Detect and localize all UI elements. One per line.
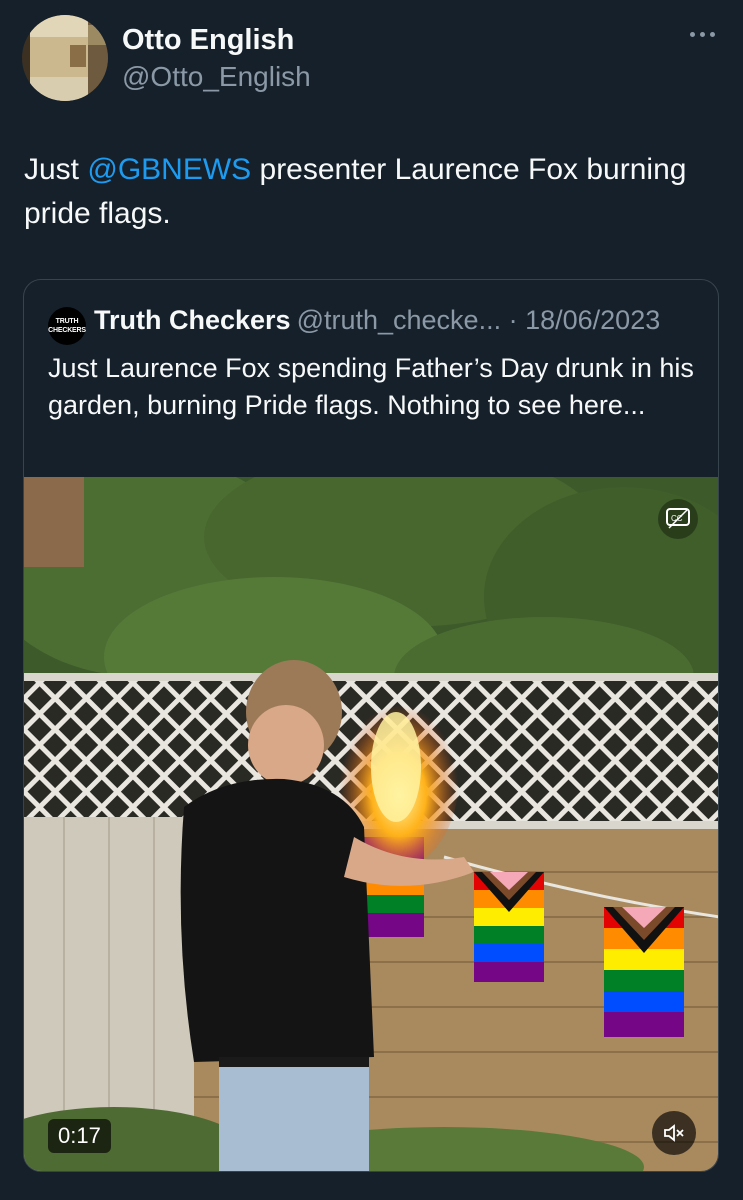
- tweet-text-prefix: Just: [24, 153, 88, 186]
- quoted-avatar-line1: TRUTH: [55, 318, 79, 325]
- quoted-author-handle[interactable]: @truth_checke...: [297, 305, 502, 335]
- quoted-tweet-text: Just Laurence Fox spending Father’s Day …: [48, 353, 694, 420]
- author-avatar[interactable]: [22, 15, 108, 101]
- video-player[interactable]: CC 0:17: [24, 477, 718, 1171]
- quoted-author-name[interactable]: Truth Checkers: [94, 305, 291, 335]
- quoted-tweet-header: Truth Checkers @truth_checke... · 18/06/2…: [94, 305, 660, 336]
- video-frame: [24, 477, 718, 1171]
- volume-muted-icon[interactable]: [652, 1111, 696, 1155]
- more-horizontal-icon[interactable]: [690, 32, 715, 37]
- mention-link[interactable]: @GBNEWS: [87, 153, 251, 186]
- author-handle[interactable]: @Otto_English: [122, 61, 311, 93]
- quoted-author-avatar[interactable]: TRUTH CHECKERS: [48, 307, 86, 345]
- quoted-avatar-line2: CHECKERS: [48, 327, 86, 334]
- quoted-tweet-card[interactable]: TRUTH CHECKERS Truth Checkers @truth_chec…: [23, 279, 719, 1172]
- tweet-page: Otto English @Otto_English Just @GBNEWS …: [0, 0, 743, 1200]
- quoted-date-separator: ·: [501, 305, 526, 335]
- tweet-text: Just @GBNEWS presenter Laurence Fox burn…: [24, 148, 729, 236]
- video-duration: 0:17: [48, 1119, 111, 1153]
- captions-icon[interactable]: CC: [658, 499, 698, 539]
- author-name[interactable]: Otto English: [122, 24, 294, 57]
- quoted-tweet-date[interactable]: 18/06/2023: [525, 305, 660, 335]
